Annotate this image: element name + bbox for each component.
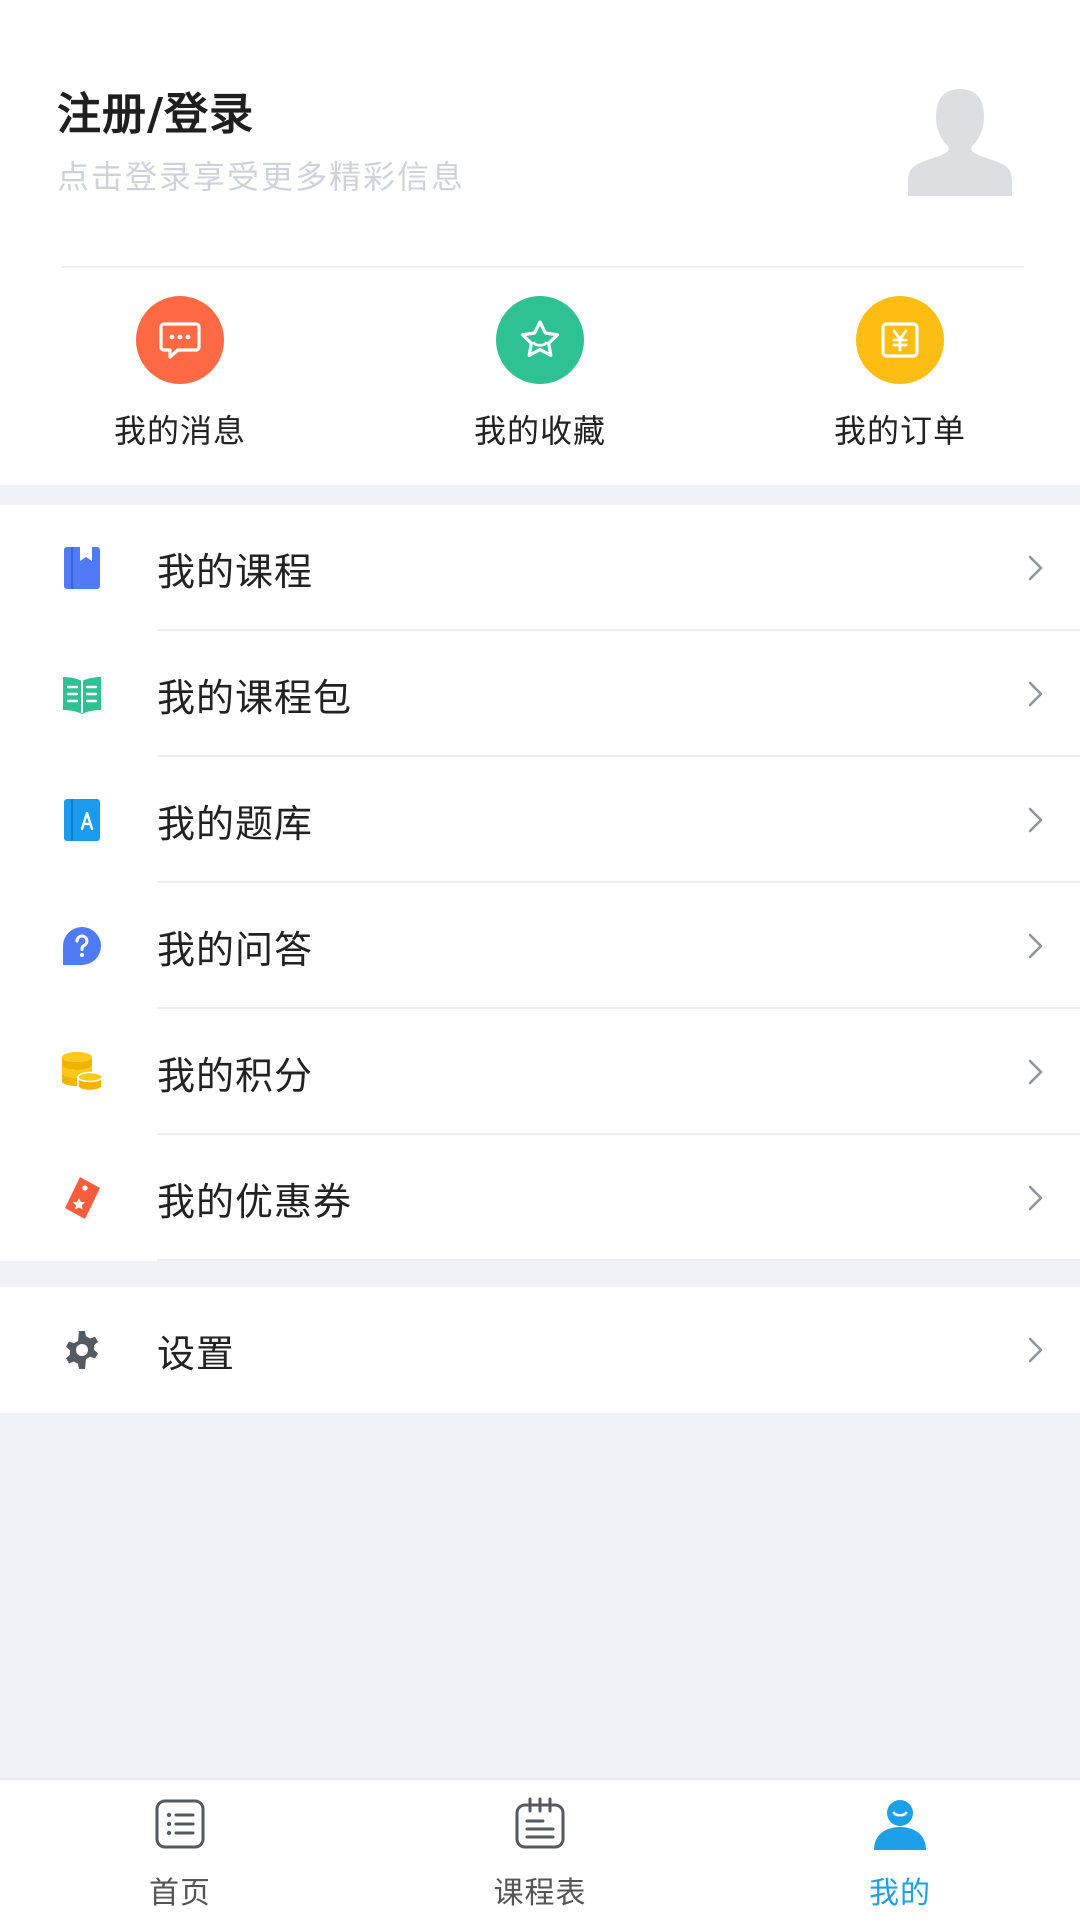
menu-item-label: 我的题库 — [157, 801, 314, 846]
open-book-icon — [60, 672, 104, 716]
menu-item-label: 设置 — [157, 1331, 236, 1376]
tab-label: 我的 — [869, 1876, 931, 1911]
tab-home[interactable]: 首页 — [80, 1796, 280, 1912]
star-icon — [496, 296, 584, 384]
calendar-icon — [515, 1797, 565, 1849]
question-bank-icon — [60, 798, 104, 842]
menu-item-label: 我的问答 — [157, 927, 314, 972]
course-book-icon — [60, 546, 104, 590]
home-list-icon — [155, 1799, 205, 1849]
chevron-right-icon — [1028, 807, 1043, 833]
user-avatar-placeholder-icon[interactable] — [905, 85, 1015, 200]
gear-icon — [60, 1328, 104, 1372]
bottom-tab-bar: 首页 课程表 我的 — [0, 1778, 1080, 1922]
chevron-right-icon — [1028, 1185, 1043, 1211]
menu-item-my-coupons[interactable]: 我的优惠券 — [0, 1135, 1080, 1261]
menu-item-label: 我的课程 — [157, 549, 314, 594]
menu-divider — [157, 1259, 1080, 1261]
quick-action-messages[interactable]: 我的消息 — [30, 296, 330, 452]
menu-item-label: 我的课程包 — [157, 675, 353, 720]
menu-list: 我的课程 我的课程包 我的题库 我的问答 我的积分 我的优惠券 — [0, 505, 1080, 1261]
login-subtitle[interactable]: 点击登录享受更多精彩信息 — [57, 152, 465, 198]
login-title[interactable]: 注册/登录 — [57, 78, 254, 142]
yen-order-icon — [856, 296, 944, 384]
chevron-right-icon — [1028, 555, 1043, 581]
user-icon — [874, 1800, 926, 1850]
header-divider — [62, 266, 1024, 268]
menu-item-label: 我的积分 — [157, 1053, 314, 1098]
quick-action-orders[interactable]: 我的订单 — [750, 296, 1050, 452]
menu-item-settings[interactable]: 设置 — [0, 1287, 1080, 1413]
menu-item-my-courses[interactable]: 我的课程 — [0, 505, 1080, 631]
menu-item-my-points[interactable]: 我的积分 — [0, 1009, 1080, 1135]
coins-icon — [60, 1050, 104, 1094]
menu-item-my-course-packages[interactable]: 我的课程包 — [0, 631, 1080, 757]
tab-label: 首页 — [149, 1876, 211, 1911]
menu-item-my-qa[interactable]: 我的问答 — [0, 883, 1080, 1009]
chevron-right-icon — [1028, 933, 1043, 959]
chevron-right-icon — [1028, 681, 1043, 707]
quick-action-label: 我的订单 — [833, 412, 966, 450]
menu-item-my-question-bank[interactable]: 我的题库 — [0, 757, 1080, 883]
tab-mine[interactable]: 我的 — [800, 1796, 1000, 1912]
message-icon — [136, 296, 224, 384]
profile-header: 注册/登录 点击登录享受更多精彩信息 我的消息 我的收藏 我的订单 — [0, 0, 1080, 485]
tab-schedule[interactable]: 课程表 — [440, 1796, 640, 1912]
menu-item-label: 我的优惠券 — [157, 1179, 353, 1224]
coupon-tag-icon — [60, 1176, 104, 1220]
chevron-right-icon — [1028, 1337, 1043, 1363]
chevron-right-icon — [1028, 1059, 1043, 1085]
quick-action-favorites[interactable]: 我的收藏 — [390, 296, 690, 452]
question-bubble-icon — [60, 924, 104, 968]
settings-section: 设置 — [0, 1287, 1080, 1413]
quick-action-label: 我的收藏 — [473, 412, 606, 450]
tab-label: 课程表 — [493, 1876, 587, 1911]
quick-action-label: 我的消息 — [113, 412, 246, 450]
